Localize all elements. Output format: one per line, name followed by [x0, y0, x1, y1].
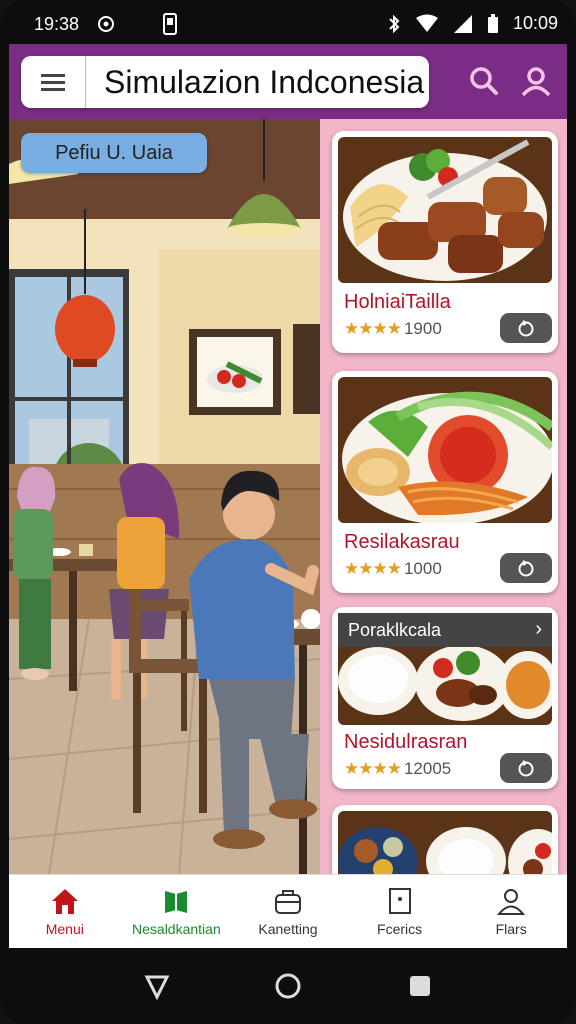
scene-label: Pefiu U. Uaia: [21, 133, 207, 173]
menu-button[interactable]: [21, 56, 86, 108]
user-icon: [497, 889, 526, 915]
nav-profile[interactable]: Flars: [455, 875, 567, 948]
app-bar: Simulazion Indconesia: [9, 44, 567, 119]
food-image-1: [338, 137, 552, 283]
open-button-3[interactable]: [500, 753, 552, 783]
system-nav-bar: [0, 948, 576, 1024]
food-rating-1: ★★★★ 1900: [344, 319, 442, 338]
phone-small-icon: [163, 13, 178, 35]
bottom-nav: Menui Nesaldkantian Kanetting Fcerics Fl…: [9, 874, 567, 948]
open-button-1[interactable]: [500, 313, 552, 343]
restaurant-illustration: Pefiu U. Uaia: [9, 119, 320, 874]
restaurant-scene: [9, 119, 320, 874]
food-list: HolniaiTailla ★★★★ 1900 Resilakasrau ★★★…: [320, 119, 567, 874]
chevron-right-icon: ›: [535, 618, 542, 640]
document-icon: [388, 888, 411, 914]
hamburger-icon: [41, 70, 65, 95]
food-image-4: [338, 811, 552, 874]
briefcase-icon: [274, 890, 301, 914]
book-icon: [165, 891, 188, 913]
category-banner[interactable]: Poraklkcala ›: [338, 613, 552, 647]
food-name-3: Nesidulrasran: [344, 731, 468, 753]
food-name-2: Resilakasrau: [344, 531, 460, 553]
search-icon[interactable]: [465, 62, 503, 100]
record-icon: [98, 16, 115, 32]
home-circle-icon[interactable]: [273, 971, 303, 1001]
title-bar: Simulazion Indconesia: [21, 56, 429, 108]
page-title: Simulazion Indconesia: [104, 63, 425, 100]
food-card-4[interactable]: [332, 805, 558, 874]
home-icon: [51, 889, 78, 914]
wifi-icon: [415, 14, 438, 32]
refresh-icon: [518, 560, 534, 577]
status-time-left: 19:38: [34, 13, 80, 34]
nav-menu[interactable]: Menui: [9, 875, 121, 948]
food-rating-2: ★★★★ 1000: [344, 559, 442, 578]
refresh-icon: [518, 320, 534, 337]
status-bar: 19:38 10:09: [0, 0, 576, 48]
recents-icon[interactable]: [405, 971, 435, 1001]
food-card-3[interactable]: Poraklkcala › Nesidulrasran ★★★★ 12005: [332, 607, 558, 789]
food-rating-3: ★★★★ 12005: [344, 759, 452, 778]
nav-restaurant[interactable]: Nesaldkantian: [121, 875, 233, 948]
signal-icon: [453, 14, 472, 33]
phone-frame: 19:38 10:09 Simulazion Indconesia Pefiu …: [0, 0, 576, 1024]
food-card-1[interactable]: HolniaiTailla ★★★★ 1900: [332, 131, 558, 353]
refresh-icon: [518, 760, 534, 777]
open-button-2[interactable]: [500, 553, 552, 583]
status-time-right: 10:09: [512, 13, 558, 33]
food-card-2[interactable]: Resilakasrau ★★★★ 1000: [332, 371, 558, 593]
back-icon[interactable]: [141, 971, 171, 1001]
bluetooth-icon: [389, 14, 400, 33]
app-screen: Simulazion Indconesia Pefiu U. Uaia Holn…: [9, 44, 567, 948]
nav-marketing[interactable]: Kanetting: [232, 875, 344, 948]
food-name-1: HolniaiTailla: [344, 291, 451, 313]
battery-icon: [487, 13, 498, 33]
profile-icon[interactable]: [517, 62, 555, 100]
food-image-2: [338, 377, 552, 523]
nav-favorites[interactable]: Fcerics: [344, 875, 456, 948]
